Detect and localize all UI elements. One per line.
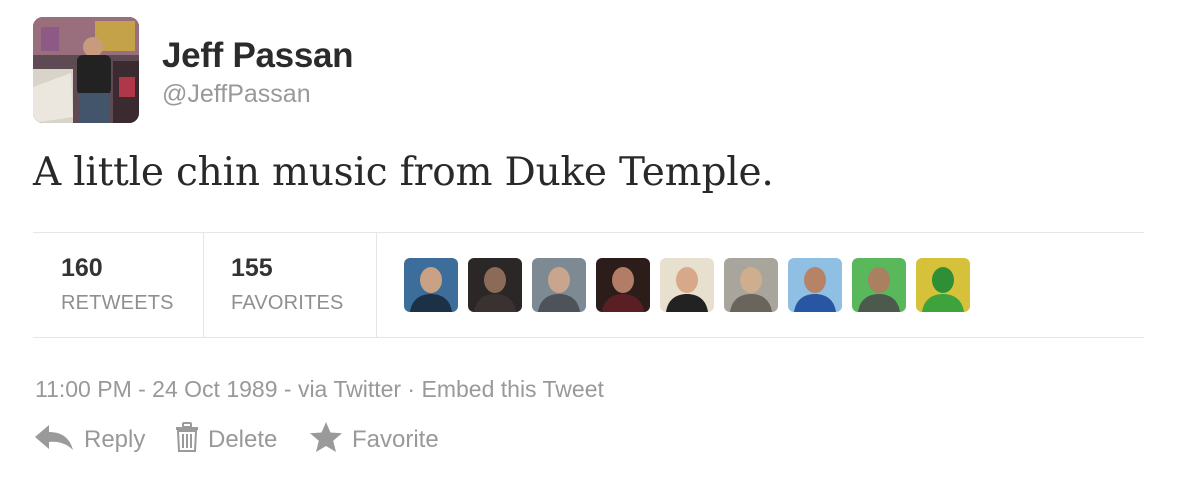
favoriter-avatar[interactable] — [468, 258, 522, 312]
user-screen-name[interactable]: @JeffPassan — [162, 80, 311, 109]
favorite-label: Favorite — [352, 426, 439, 453]
retweets-label: RETWEETS — [61, 292, 174, 314]
star-icon — [309, 421, 343, 460]
favoriter-avatar[interactable] — [788, 258, 842, 312]
favoriter-avatar[interactable] — [660, 258, 714, 312]
favoriter-avatar[interactable] — [404, 258, 458, 312]
delete-button[interactable]: Delete — [175, 420, 277, 460]
favorite-button[interactable]: Favorite — [309, 420, 439, 460]
reply-arrow-icon — [33, 423, 75, 458]
user-avatar[interactable] — [33, 17, 139, 123]
delete-label: Delete — [208, 426, 278, 453]
tweet-timestamp[interactable]: 11:00 PM - 24 Oct 1989 — [35, 376, 278, 402]
tweet-source: - via Twitter — [277, 376, 402, 402]
favorites-count: 155 — [231, 254, 273, 282]
favorites-stat[interactable]: 155 FAVORITES — [203, 233, 377, 337]
meta-separator: · — [401, 376, 422, 402]
tweet-stats: 160 RETWEETS 155 FAVORITES — [33, 232, 1144, 338]
favorites-label: FAVORITES — [231, 292, 344, 314]
favoriter-avatar[interactable] — [852, 258, 906, 312]
tweet-card: Jeff Passan @JeffPassan A little chin mu… — [0, 0, 1200, 487]
favoriter-avatar[interactable] — [532, 258, 586, 312]
favoriter-avatar[interactable] — [596, 258, 650, 312]
tweet-meta: 11:00 PM - 24 Oct 1989 - via Twitter · E… — [35, 376, 604, 403]
favoriter-avatar[interactable] — [916, 258, 970, 312]
user-display-name[interactable]: Jeff Passan — [162, 36, 354, 76]
retweets-stat[interactable]: 160 RETWEETS — [33, 233, 204, 337]
reply-label: Reply — [84, 426, 146, 453]
trash-icon — [175, 421, 199, 459]
embed-tweet-link[interactable]: Embed this Tweet — [422, 376, 604, 402]
reply-button[interactable]: Reply — [33, 420, 145, 460]
retweets-count: 160 — [61, 254, 103, 282]
tweet-text: A little chin music from Duke Temple. — [33, 150, 774, 195]
favoriter-avatar[interactable] — [724, 258, 778, 312]
